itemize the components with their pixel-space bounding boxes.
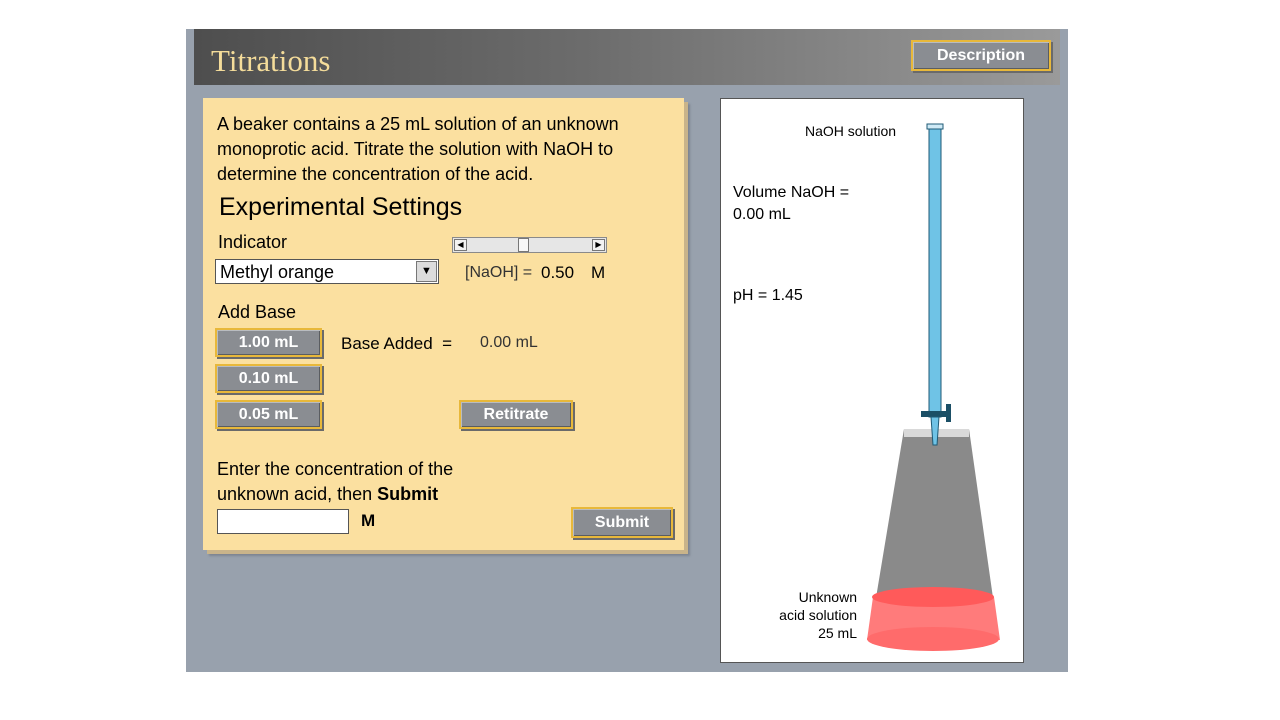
retitrate-button[interactable]: Retitrate: [459, 400, 573, 429]
burette-tube: [928, 126, 942, 418]
titration-view: NaOH solution Volume NaOH = 0.00 mL pH =…: [720, 98, 1024, 663]
stopcock-icon[interactable]: [921, 411, 947, 417]
prompt-submit-word: Submit: [377, 484, 439, 504]
base-added-label: Base Added =: [341, 334, 453, 353]
prompt-line-2-text: unknown acid, then: [217, 484, 378, 504]
naoh-label: [NaOH] =: [465, 264, 533, 281]
instructions-text: A beaker contains a 25 mL solution of an…: [217, 114, 619, 184]
add-1-00-ml-button[interactable]: 1.00 mL: [215, 328, 322, 357]
base-added-value: 0.00 mL: [480, 334, 538, 351]
settings-panel: A beaker contains a 25 mL solution of an…: [203, 98, 684, 550]
concentration-input[interactable]: [217, 509, 349, 534]
slider-thumb[interactable]: [518, 238, 530, 252]
submit-button[interactable]: Submit: [571, 507, 673, 538]
prompt-line-2: unknown acid, then Submit: [217, 484, 438, 505]
chevron-down-icon[interactable]: ▼: [416, 261, 437, 282]
flask-label: Unknown acid solution 25 mL: [721, 588, 857, 642]
flask-label-line-3: 25 mL: [818, 625, 857, 641]
indicator-select[interactable]: Methyl orange ▼: [215, 259, 439, 284]
solution-surface: [872, 587, 994, 607]
add-0-10-ml-button[interactable]: 0.10 mL: [215, 364, 322, 393]
input-unit: M: [361, 511, 376, 530]
burette-tip: [930, 416, 940, 446]
titration-app: Titrations Description A beaker contains…: [186, 29, 1068, 672]
prompt-line-1: Enter the concentration of the: [217, 459, 454, 479]
indicator-label: Indicator: [218, 232, 288, 252]
indicator-select-value: Methyl orange: [220, 262, 335, 282]
settings-heading: Experimental Settings: [219, 193, 463, 221]
solution-bottom: [867, 627, 999, 651]
titration-apparatus: [867, 123, 1000, 651]
description-button[interactable]: Description: [911, 40, 1051, 71]
flask-label-line-1: Unknown: [798, 589, 857, 605]
burette-top: [926, 123, 944, 130]
naoh-concentration-slider[interactable]: ◀ ▶: [452, 237, 607, 253]
stopcock-handle[interactable]: [946, 404, 951, 422]
naoh-unit: M: [591, 263, 606, 282]
naoh-value: 0.50: [541, 263, 575, 282]
arrow-left-icon[interactable]: ◀: [454, 239, 467, 251]
add-0-05-ml-button[interactable]: 0.05 mL: [215, 400, 322, 429]
arrow-right-icon[interactable]: ▶: [592, 239, 605, 251]
flask-label-line-2: acid solution: [779, 607, 857, 623]
add-base-label: Add Base: [218, 302, 297, 322]
page-title: Titrations: [211, 43, 331, 78]
